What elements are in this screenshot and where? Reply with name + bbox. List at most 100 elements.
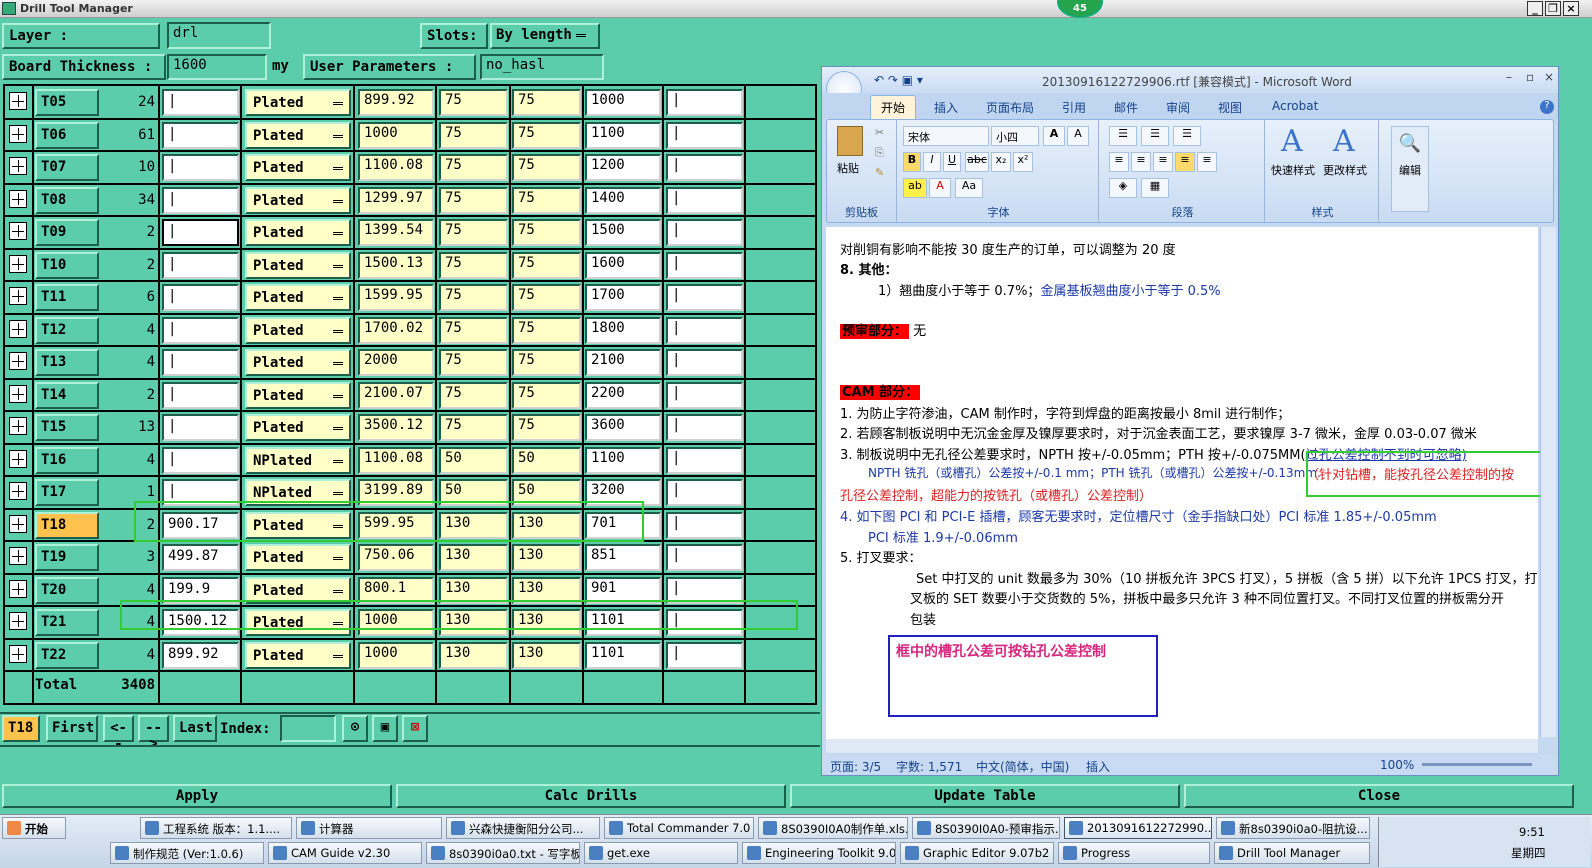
plus-tolerance-field[interactable]: 75 [439, 251, 508, 279]
change-styles-icon[interactable]: A [1333, 124, 1355, 159]
extra-field[interactable] [666, 544, 743, 571]
tool-size-field[interactable]: 2200 [585, 381, 661, 409]
multilevel-list-icon[interactable]: ☰ [1173, 126, 1201, 146]
expand-icon[interactable] [9, 612, 27, 630]
drill-size-field[interactable]: 1100.08 [358, 446, 434, 474]
tab-layout[interactable]: 页面布局 [986, 99, 1034, 116]
minus-tolerance-field[interactable]: 130 [512, 544, 581, 571]
finished-size-field[interactable] [162, 284, 239, 311]
align-left-icon[interactable]: ≡ [1109, 152, 1129, 172]
minus-tolerance-field[interactable]: 75 [512, 349, 581, 376]
plus-tolerance-field[interactable]: 130 [439, 544, 508, 571]
taskbar-button[interactable]: Engineering Toolkit 9.07... [742, 842, 896, 864]
tool-name[interactable]: T10 [35, 251, 99, 279]
extra-field[interactable] [666, 349, 743, 376]
expand-icon[interactable] [9, 92, 27, 110]
minus-tolerance-field[interactable]: 75 [512, 316, 581, 344]
close-window-button[interactable]: × [1563, 1, 1579, 16]
word-minimize-icon[interactable]: – [1506, 70, 1512, 84]
expand-icon[interactable] [9, 547, 27, 565]
drill-size-field[interactable]: 1599.95 [358, 284, 434, 311]
plating-dropdown[interactable]: Plated [245, 544, 351, 571]
drill-size-field[interactable]: 3500.12 [358, 414, 434, 441]
tool-name[interactable]: T13 [35, 349, 99, 376]
grow-font-icon[interactable]: A [1043, 126, 1065, 146]
extra-field[interactable] [666, 154, 743, 181]
extra-field[interactable] [666, 284, 743, 311]
taskbar-button[interactable]: 兴森快捷衡阳分公司... [446, 817, 600, 839]
plus-tolerance-field[interactable]: 75 [439, 414, 508, 441]
tool-size-field[interactable]: 1100 [585, 121, 661, 149]
horizontal-scrollbar[interactable] [826, 739, 1538, 753]
plus-tolerance-field[interactable]: 75 [439, 154, 508, 181]
plus-tolerance-field[interactable]: 50 [439, 446, 508, 474]
paste-icon[interactable] [837, 126, 863, 156]
expand-icon[interactable] [9, 644, 27, 663]
lock-icon[interactable]: ⊙ [342, 715, 368, 742]
finished-size-field[interactable] [162, 446, 239, 474]
tool-name[interactable]: T08 [35, 186, 99, 214]
maximize-button[interactable]: ❐ [1545, 1, 1561, 16]
taskbar-button[interactable]: Graphic Editor 9.07b2 (0... [900, 842, 1054, 864]
extra-field[interactable] [666, 414, 743, 441]
finished-size-field[interactable] [162, 121, 239, 149]
italic-icon[interactable]: I [923, 152, 941, 172]
finished-size-field[interactable] [162, 349, 239, 376]
vertical-scrollbar[interactable] [1540, 227, 1556, 737]
taskbar-button[interactable]: 计算器 [296, 817, 442, 839]
tool-size-field[interactable]: 851 [585, 544, 661, 571]
drill-size-field[interactable]: 1399.54 [358, 219, 434, 246]
tool-size-field[interactable]: 1101 [585, 641, 661, 669]
finished-size-field[interactable]: 899.92 [162, 641, 239, 669]
minus-tolerance-field[interactable]: 75 [512, 414, 581, 441]
minus-tolerance-field[interactable]: 75 [512, 154, 581, 181]
taskbar-button[interactable]: 8S0390I0A0制作单.xls... [758, 817, 908, 839]
finished-size-field[interactable] [162, 251, 239, 279]
font-size-select[interactable]: 小四 [991, 126, 1039, 146]
numbering-icon[interactable]: ☰ [1141, 126, 1169, 146]
tool-name[interactable]: T19 [35, 544, 99, 571]
tab-acrobat[interactable]: Acrobat [1272, 99, 1318, 113]
tab-view[interactable]: 视图 [1218, 99, 1242, 116]
taskbar-button[interactable]: Total Commander 7.0 p... [604, 817, 754, 839]
minimize-button[interactable]: _ [1527, 1, 1543, 16]
format-painter-icon[interactable]: ✎ [875, 166, 884, 179]
plus-tolerance-field[interactable]: 75 [439, 89, 508, 116]
finished-size-field[interactable] [162, 316, 239, 344]
drill-size-field[interactable]: 1100.08 [358, 154, 434, 181]
drill-size-field[interactable]: 750.06 [358, 544, 434, 571]
align-right-icon[interactable]: ≡ [1153, 152, 1173, 172]
tool-size-field[interactable]: 1800 [585, 316, 661, 344]
tool-name[interactable]: T15 [35, 414, 99, 441]
minus-tolerance-field[interactable]: 75 [512, 186, 581, 214]
expand-icon[interactable] [9, 222, 27, 240]
plating-dropdown[interactable]: Plated [245, 89, 351, 116]
close-button[interactable]: Close [1184, 784, 1574, 808]
expand-icon[interactable] [9, 384, 27, 403]
finished-size-field[interactable] [162, 154, 239, 181]
drill-size-field[interactable]: 1500.13 [358, 251, 434, 279]
plating-dropdown[interactable]: Plated [245, 641, 351, 669]
board-thickness-field[interactable]: 1600 [167, 54, 267, 80]
plating-dropdown[interactable]: Plated [245, 251, 351, 279]
help-icon[interactable]: ? [1540, 100, 1554, 114]
superscript-icon[interactable]: x² [1013, 152, 1033, 172]
minus-tolerance-field[interactable]: 75 [512, 89, 581, 116]
taskbar-button[interactable]: 制作规范 (Ver:1.0.6) [110, 842, 264, 864]
taskbar-button[interactable]: 2013091612272990... [1064, 817, 1212, 839]
tool-name[interactable]: T12 [35, 316, 99, 344]
bullets-icon[interactable]: ☰ [1109, 126, 1137, 146]
minus-tolerance-field[interactable]: 75 [512, 219, 581, 246]
apply-button[interactable]: Apply [2, 784, 392, 808]
plating-dropdown[interactable]: Plated [245, 414, 351, 441]
taskbar-button[interactable]: get.exe [584, 842, 738, 864]
plus-tolerance-field[interactable]: 75 [439, 219, 508, 246]
paste-label[interactable]: 粘贴 [837, 160, 859, 176]
plating-dropdown[interactable]: Plated [245, 349, 351, 376]
change-styles-label[interactable]: 更改样式 [1323, 162, 1367, 178]
tool-name[interactable]: T09 [35, 219, 99, 246]
tool-name[interactable]: T21 [35, 609, 99, 636]
plating-dropdown[interactable]: Plated [245, 316, 351, 344]
tool-size-field[interactable]: 1200 [585, 154, 661, 181]
plating-dropdown[interactable]: Plated [245, 381, 351, 409]
